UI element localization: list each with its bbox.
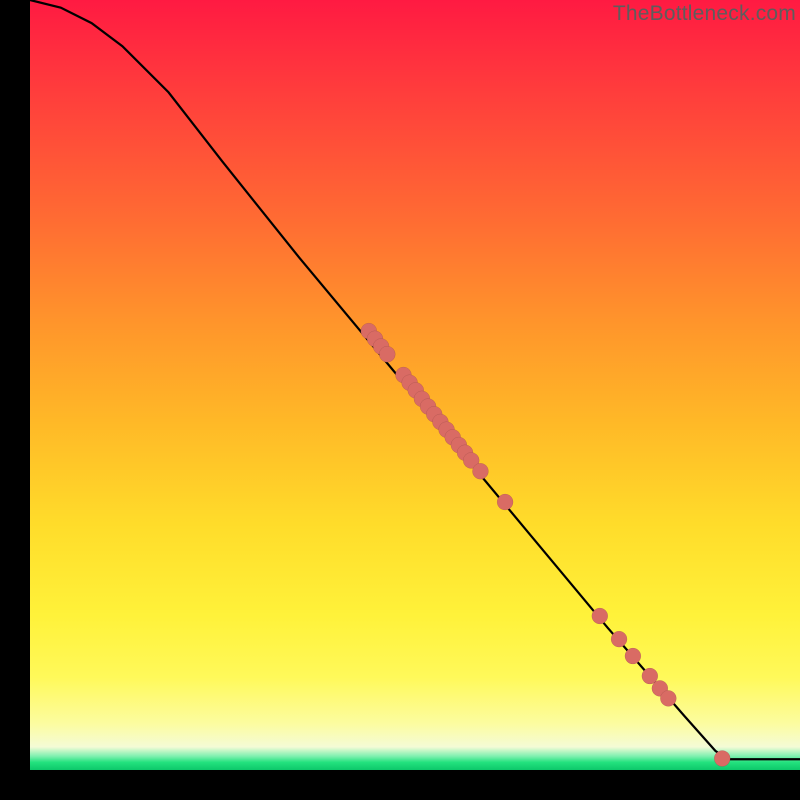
scatter-points	[361, 323, 730, 766]
data-point	[660, 690, 676, 706]
data-point	[592, 608, 608, 624]
plot-area: TheBottleneck.com	[30, 0, 800, 770]
data-point	[472, 463, 488, 479]
data-point	[497, 494, 513, 510]
data-point	[625, 648, 641, 664]
data-point	[611, 631, 627, 647]
chart-frame: TheBottleneck.com	[0, 0, 800, 800]
data-point	[379, 346, 395, 362]
data-point	[714, 750, 730, 766]
watermark-text: TheBottleneck.com	[613, 2, 796, 26]
chart-svg	[30, 0, 800, 770]
